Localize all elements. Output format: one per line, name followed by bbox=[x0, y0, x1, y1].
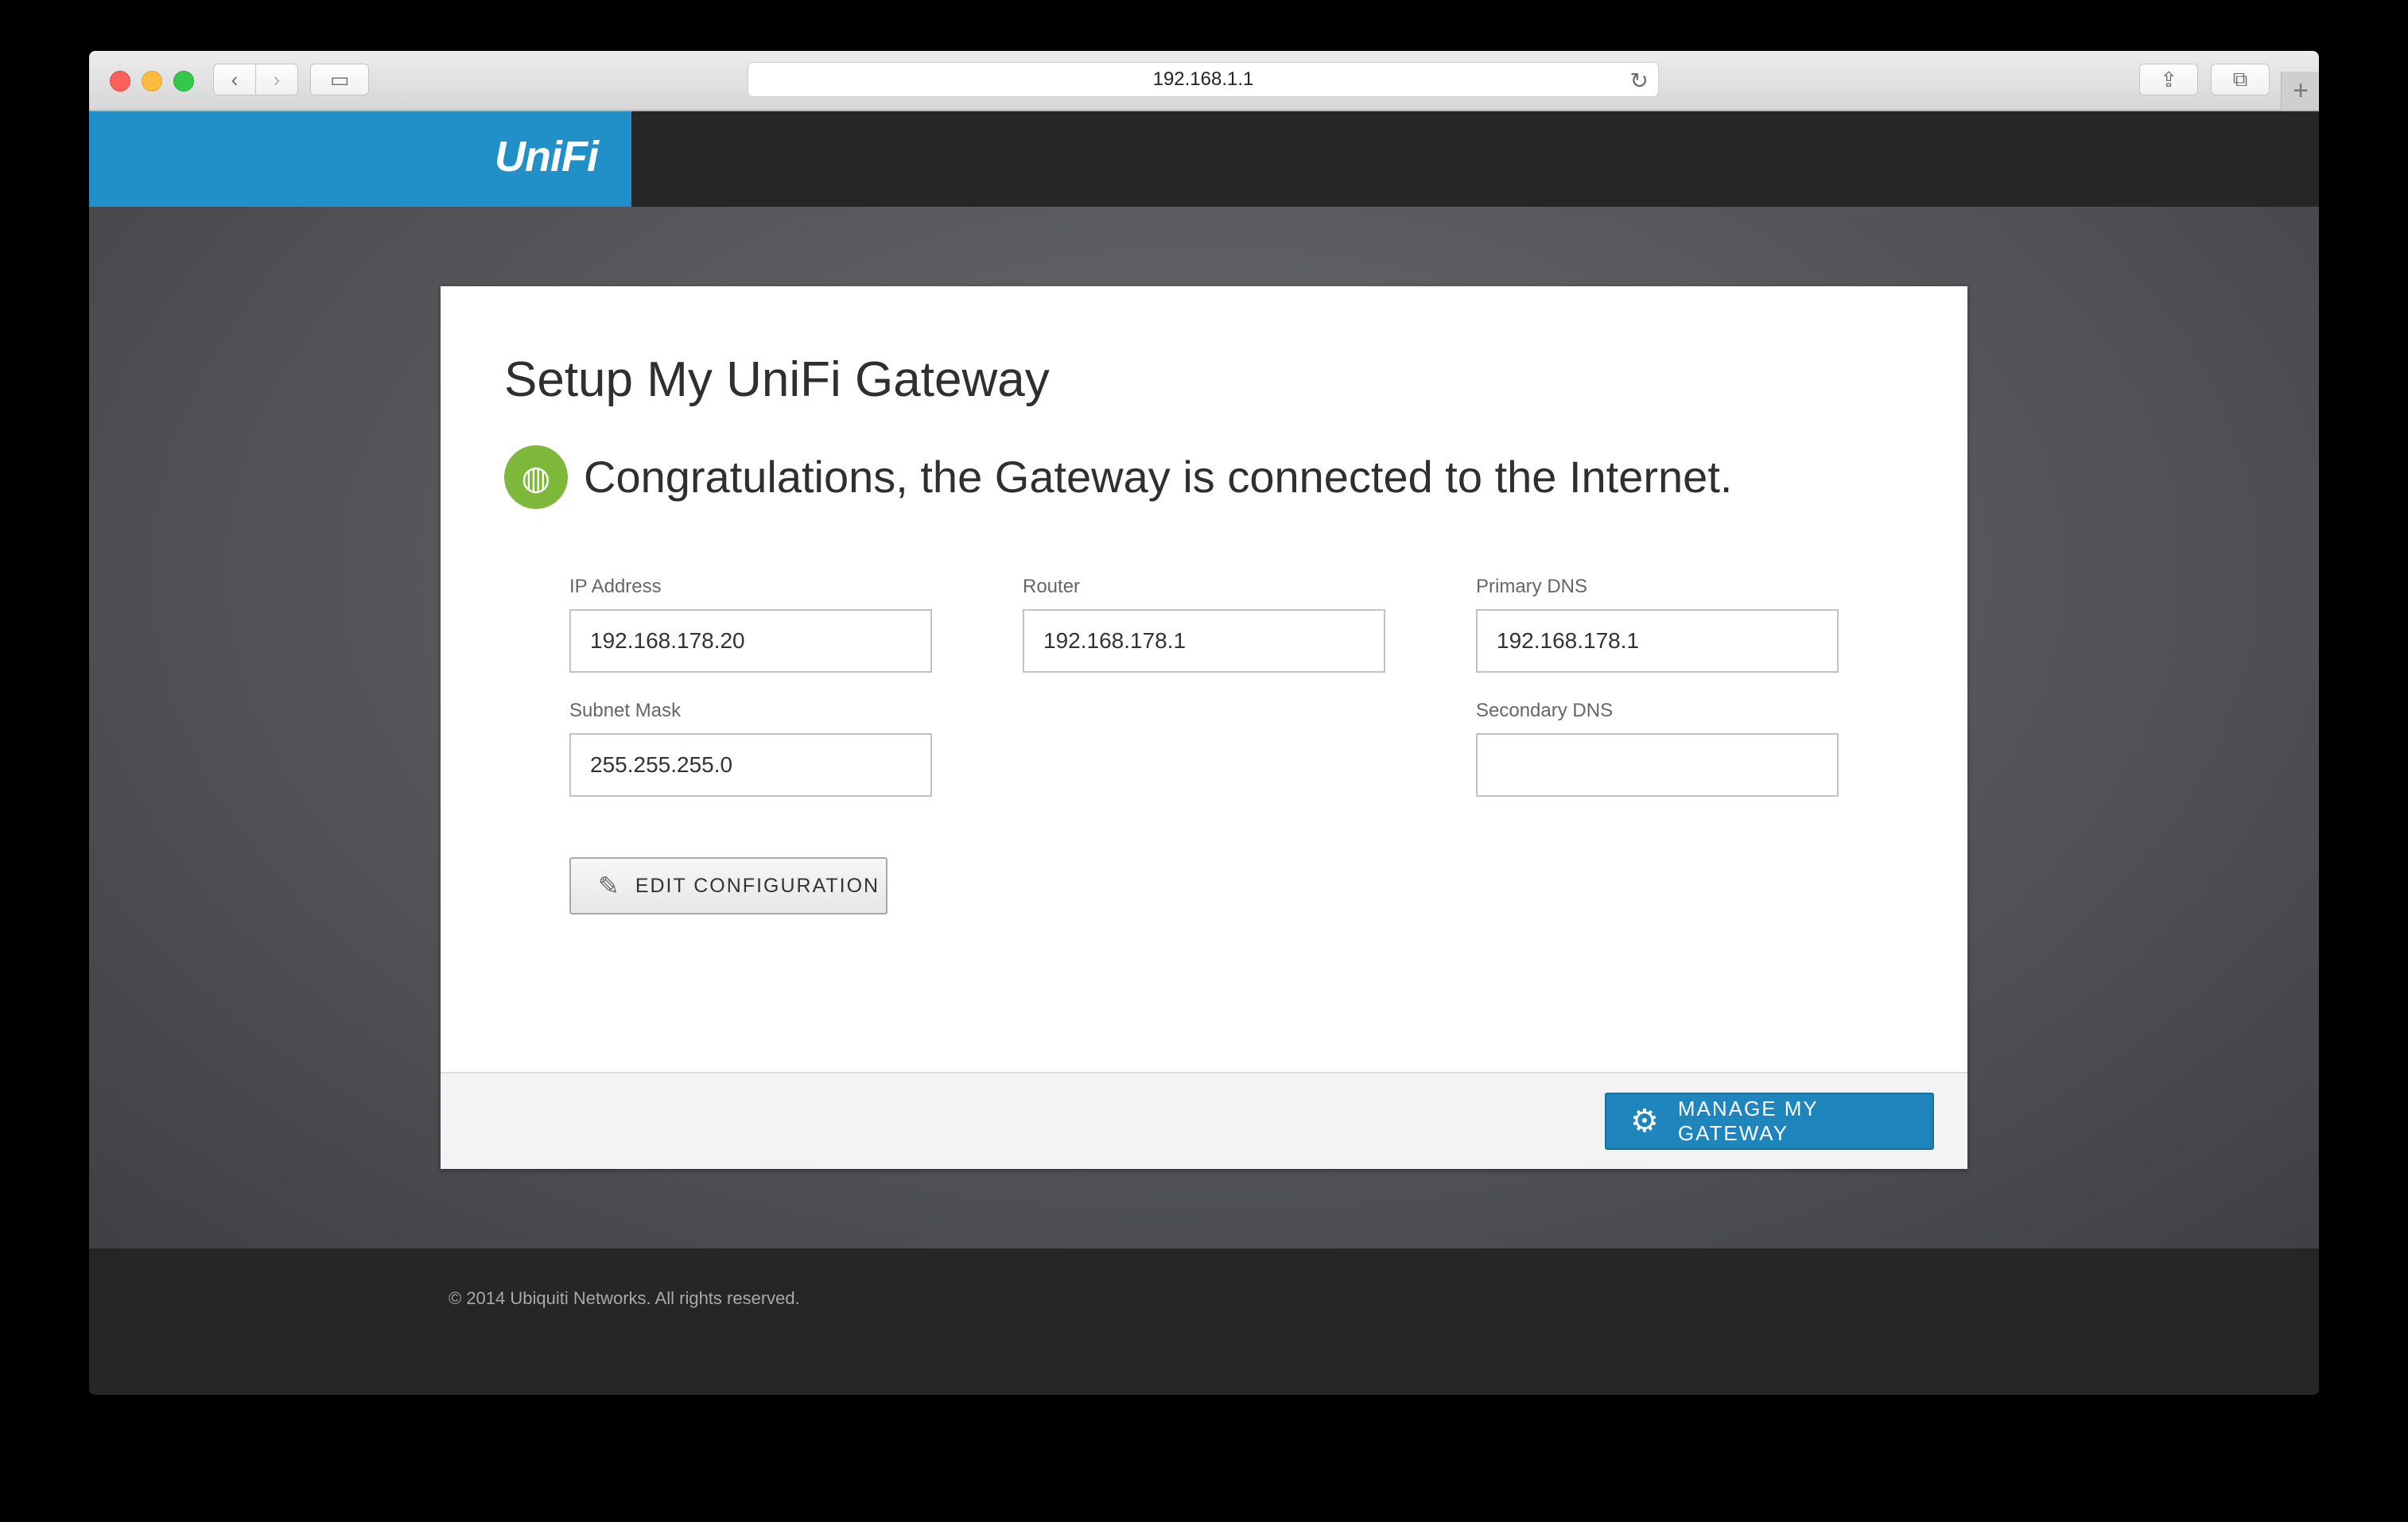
unifi-logo: UniFi bbox=[495, 133, 599, 181]
setup-card: Setup My UniFi Gateway ◍ Congratulations… bbox=[441, 286, 1967, 1169]
url-text: 192.168.1.1 bbox=[1152, 68, 1254, 90]
show-tabs-button[interactable]: ⧉ bbox=[2211, 64, 2270, 95]
forward-button[interactable]: › bbox=[255, 64, 298, 95]
plus-icon: + bbox=[2293, 75, 2309, 106]
manage-gateway-label: MANAGE MY GATEWAY bbox=[1677, 1097, 1819, 1145]
browser-window: ‹ › ▭ 192.168.1.1 ↻ ⇪ ⧉ + UniFi Setup My… bbox=[89, 51, 2319, 1395]
minimize-window-button[interactable] bbox=[142, 71, 162, 91]
secondary-dns-field[interactable] bbox=[1476, 733, 1839, 797]
edit-document-icon: ✎ bbox=[598, 872, 621, 900]
close-window-button[interactable] bbox=[110, 71, 130, 91]
back-button[interactable]: ‹ bbox=[213, 64, 256, 95]
status-message: Congratulations, the Gateway is connecte… bbox=[584, 452, 1733, 502]
browser-toolbar: ‹ › ▭ 192.168.1.1 ↻ ⇪ ⧉ + bbox=[89, 51, 2319, 111]
manage-gateway-button[interactable]: ⚙ MANAGE MY GATEWAY bbox=[1605, 1093, 1934, 1150]
copyright-text: © 2014 Ubiquiti Networks. All rights res… bbox=[449, 1288, 800, 1308]
page-footer: © 2014 Ubiquiti Networks. All rights res… bbox=[89, 1248, 2319, 1395]
new-tab-button[interactable]: + bbox=[2281, 72, 2319, 110]
brand-panel: UniFi bbox=[89, 111, 631, 207]
page-title: Setup My UniFi Gateway bbox=[504, 352, 1050, 407]
primary-dns-label: Primary DNS bbox=[1476, 576, 1588, 597]
reload-icon[interactable]: ↻ bbox=[1630, 68, 1649, 94]
ip-address-label: IP Address bbox=[569, 576, 662, 597]
zoom-window-button[interactable] bbox=[173, 71, 194, 91]
subnet-mask-field[interactable]: 255.255.255.0 bbox=[569, 733, 932, 797]
edit-configuration-button[interactable]: ✎ EDIT CONFIGURATION bbox=[569, 857, 887, 914]
ip-address-field[interactable]: 192.168.178.20 bbox=[569, 609, 932, 673]
card-footer: ⚙ MANAGE MY GATEWAY bbox=[441, 1072, 1967, 1169]
share-icon: ⇪ bbox=[2160, 67, 2177, 91]
chevron-left-icon: ‹ bbox=[231, 67, 239, 91]
sidebar-icon: ▭ bbox=[329, 67, 350, 91]
subnet-mask-label: Subnet Mask bbox=[569, 700, 682, 721]
primary-dns-field[interactable]: 192.168.178.1 bbox=[1476, 609, 1839, 673]
sidebar-toggle-button[interactable]: ▭ bbox=[310, 64, 369, 95]
main-area: Setup My UniFi Gateway ◍ Congratulations… bbox=[89, 207, 2319, 1248]
share-button[interactable]: ⇪ bbox=[2139, 64, 2198, 95]
gear-icon: ⚙ bbox=[1630, 1104, 1660, 1139]
app-header: UniFi bbox=[89, 111, 2319, 207]
router-field[interactable]: 192.168.178.1 bbox=[1023, 609, 1385, 673]
secondary-dns-label: Secondary DNS bbox=[1476, 700, 1614, 721]
address-bar[interactable]: 192.168.1.1 ↻ bbox=[748, 62, 1659, 97]
tabs-icon: ⧉ bbox=[2232, 67, 2248, 91]
chevron-right-icon: › bbox=[273, 67, 281, 91]
router-label: Router bbox=[1023, 576, 1081, 597]
edit-configuration-label: EDIT CONFIGURATION bbox=[635, 874, 880, 897]
globe-icon: ◍ bbox=[504, 445, 568, 509]
